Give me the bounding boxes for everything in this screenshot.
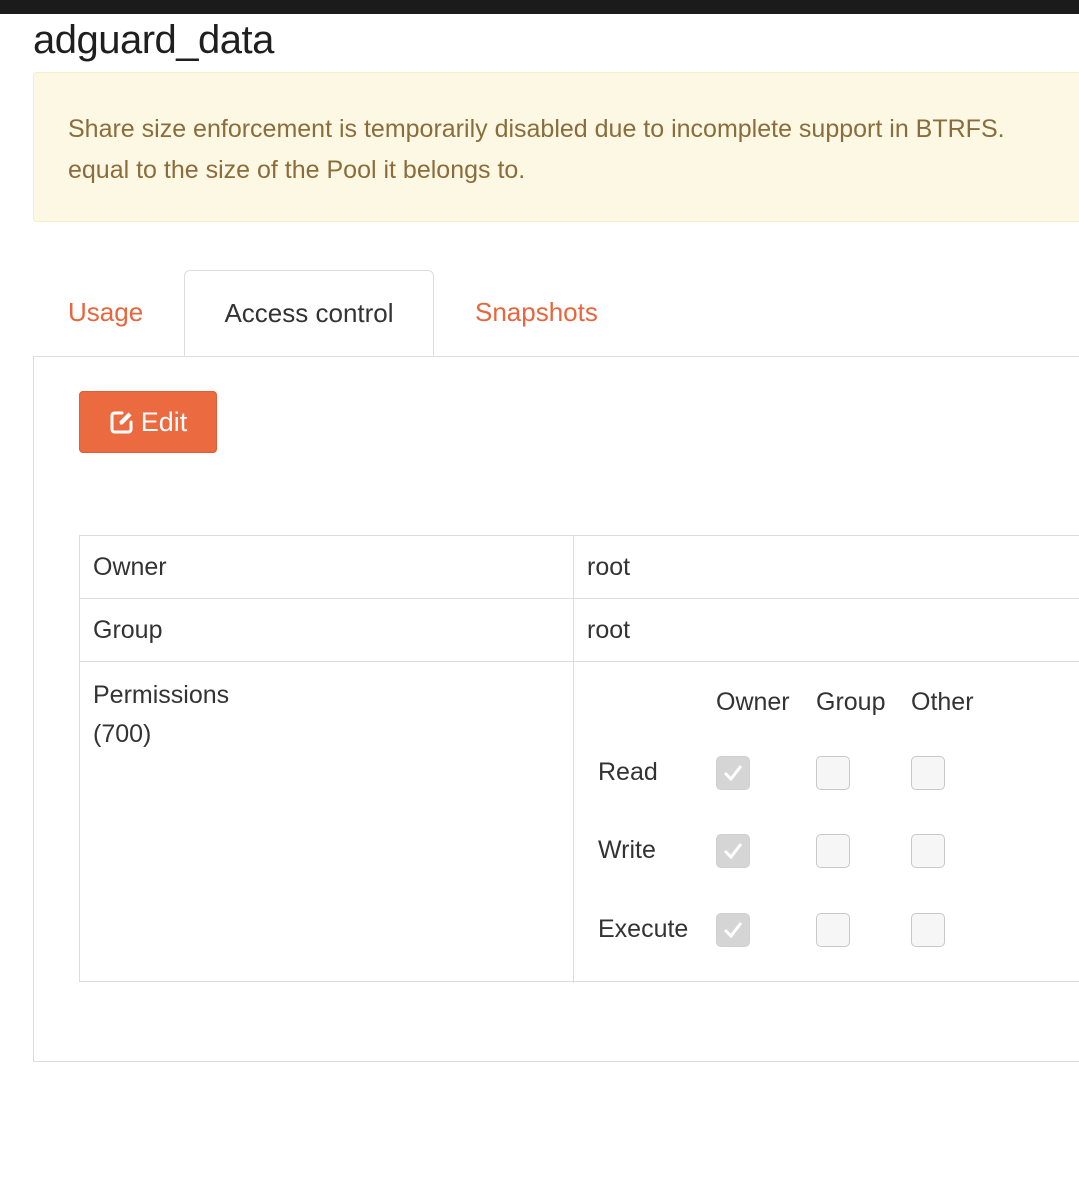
- checkbox-execute-other[interactable]: [911, 913, 945, 947]
- checkbox-execute-group[interactable]: [816, 913, 850, 947]
- acl-table: Owner root Group root Permissions (700) …: [79, 535, 1079, 983]
- tab-usage[interactable]: Usage: [68, 270, 143, 355]
- checkbox-write-other[interactable]: [911, 834, 945, 868]
- checkbox-execute-owner[interactable]: [716, 913, 750, 947]
- perm-col-owner: Owner: [716, 688, 790, 716]
- edit-button[interactable]: Edit: [79, 391, 217, 453]
- checkbox-read-owner[interactable]: [716, 756, 750, 790]
- permissions-label: Permissions: [93, 681, 230, 709]
- check-icon: [723, 843, 743, 860]
- edit-icon: [109, 409, 135, 435]
- tab-access-control[interactable]: Access control: [184, 270, 434, 356]
- owner-label: Owner: [80, 536, 574, 598]
- checkbox-write-group[interactable]: [816, 834, 850, 868]
- checkbox-read-other[interactable]: [911, 756, 945, 790]
- group-value: root: [587, 616, 631, 644]
- page-title: adguard_data: [33, 18, 274, 62]
- perm-row-execute: Execute: [598, 915, 689, 943]
- check-icon: [723, 922, 743, 939]
- permissions-grid: Owner Group Other Read Write Execute: [574, 662, 1079, 983]
- edit-button-label: Edit: [140, 406, 188, 437]
- acl-row-owner: Owner root: [80, 536, 1079, 599]
- acl-row-permissions: Permissions (700) Owner Group Other Read…: [80, 662, 1079, 983]
- check-icon: [723, 765, 743, 782]
- owner-value: root: [587, 553, 631, 581]
- permissions-cell: Permissions (700): [80, 662, 574, 983]
- perm-row-write: Write: [598, 836, 656, 864]
- tab-snapshots[interactable]: Snapshots: [475, 270, 598, 355]
- alert-line-1: Share size enforcement is temporarily di…: [68, 115, 1005, 143]
- permissions-code: (700): [93, 720, 152, 748]
- checkbox-write-owner[interactable]: [716, 834, 750, 868]
- checkbox-read-group[interactable]: [816, 756, 850, 790]
- perm-col-other: Other: [911, 688, 974, 716]
- acl-row-group: Group root: [80, 599, 1079, 662]
- alert-line-2: equal to the size of the Pool it belongs…: [68, 156, 526, 184]
- group-label: Group: [80, 599, 574, 661]
- size-enforcement-alert: Share size enforcement is temporarily di…: [33, 72, 1079, 222]
- share-tabs: Usage Access control Snapshots: [33, 270, 1079, 357]
- perm-col-group: Group: [816, 688, 886, 716]
- top-bar: [0, 0, 1079, 14]
- perm-row-read: Read: [598, 758, 658, 786]
